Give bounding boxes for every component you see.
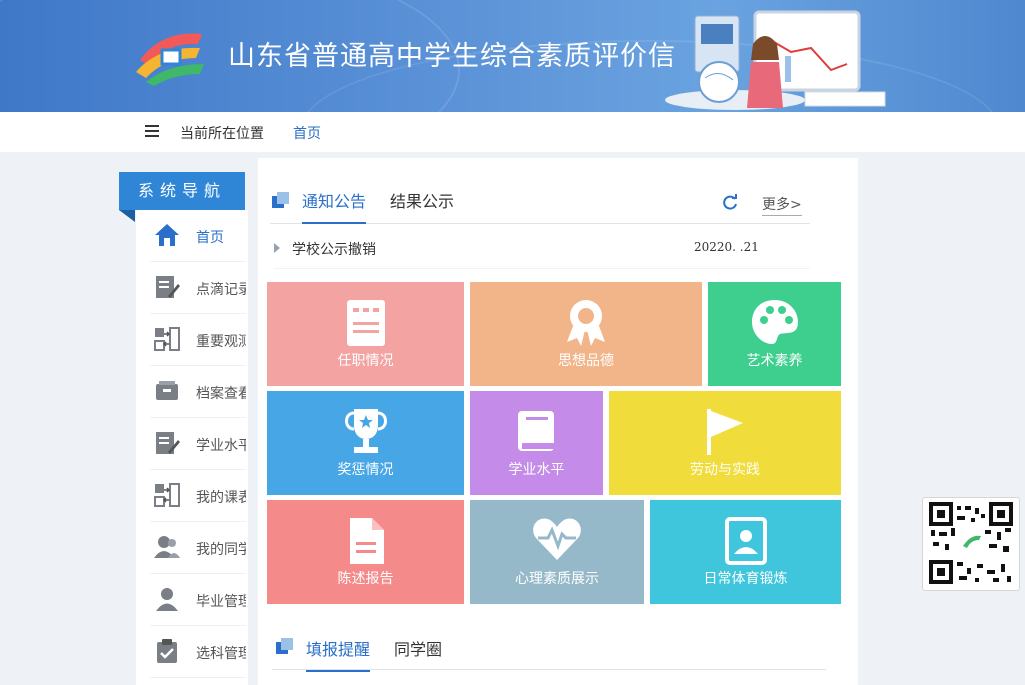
- more-link[interactable]: 更多>: [762, 194, 802, 216]
- qr-code-icon: [929, 502, 1013, 584]
- tile-statement-report[interactable]: 陈述报告: [267, 500, 464, 604]
- tile-label: 日常体育锻炼: [703, 571, 788, 587]
- sidebar-item-label: 我的课表: [196, 490, 246, 506]
- sidebar-item-subject-selection[interactable]: 选科管理: [150, 626, 246, 678]
- bullet-icon: [274, 243, 280, 253]
- edit-icon: [156, 432, 180, 454]
- edit-icon: [156, 276, 180, 298]
- trophy-icon: [344, 409, 387, 453]
- sidebar-item-schedule[interactable]: 我的课表: [150, 470, 246, 522]
- tile-daily-exercise[interactable]: 日常体育锻炼: [650, 500, 841, 604]
- sidebar-item-home[interactable]: 首页: [150, 210, 246, 262]
- archive-icon: [156, 381, 178, 400]
- tile-label: 艺术素养: [746, 353, 803, 369]
- tile-academic[interactable]: 学业水平: [470, 391, 603, 495]
- qr-code: [922, 497, 1020, 591]
- notice-title[interactable]: 学校公示撤销: [292, 239, 376, 259]
- sidebar-item-label: 首页: [196, 230, 224, 246]
- site-title: 山东省普通高中学生综合素质评价信: [228, 41, 676, 72]
- sidebar-item-label: 我的同学: [196, 542, 246, 558]
- reminder-tabs: 填报提醒 同学圈: [272, 628, 826, 672]
- sidebar-item-records[interactable]: 点滴记录: [150, 262, 246, 314]
- users-icon: [154, 536, 180, 558]
- tile-label: 学业水平: [508, 462, 565, 478]
- sidebar-title: 系统导航: [119, 172, 245, 210]
- menu-icon[interactable]: [145, 125, 159, 137]
- sidebar: 首页 点滴记录 重要观测 档案查看 学业水平 我的课表 我的同学 毕业管理 选科…: [136, 210, 248, 685]
- user-icon: [156, 588, 178, 611]
- breadcrumb-label: 当前所在位置: [180, 126, 264, 142]
- notebook-icon: [346, 300, 385, 346]
- swap-icon: [154, 327, 180, 351]
- tab-section-icon: [272, 192, 289, 208]
- flag-icon: [707, 409, 743, 455]
- tile-morality[interactable]: 思想品德: [470, 282, 702, 386]
- sidebar-item-observation[interactable]: 重要观测: [150, 314, 246, 366]
- heart-icon: [533, 518, 581, 560]
- home-icon: [155, 224, 179, 246]
- tab-announcements[interactable]: 通知公告: [302, 188, 367, 224]
- tile-labor-practice[interactable]: 劳动与实践: [609, 391, 841, 495]
- tile-label: 奖惩情况: [337, 462, 394, 478]
- notice-date: 20220. .21: [694, 240, 759, 254]
- list-item[interactable]: 学校公示撤销 20220. .21: [274, 238, 810, 260]
- tile-awards[interactable]: 奖惩情况: [267, 391, 464, 495]
- site-logo-icon: [136, 33, 204, 86]
- sidebar-item-label: 毕业管理: [196, 594, 246, 610]
- book-icon: [517, 411, 554, 451]
- tab-fill-reminder[interactable]: 填报提醒: [306, 636, 371, 672]
- sidebar-item-label: 点滴记录: [196, 282, 246, 298]
- divider: [274, 268, 810, 269]
- tile-label: 劳动与实践: [690, 462, 760, 478]
- document-icon: [349, 518, 384, 564]
- tab-results[interactable]: 结果公示: [390, 188, 454, 222]
- sidebar-item-academic[interactable]: 学业水平: [150, 418, 246, 470]
- tab-classmate-circle[interactable]: 同学圈: [394, 636, 442, 670]
- sidebar-item-label: 选科管理: [196, 646, 246, 662]
- id-card-icon: [724, 517, 767, 565]
- sidebar-item-archive[interactable]: 档案查看: [150, 366, 246, 418]
- tile-label: 心理素质展示: [515, 571, 599, 587]
- tile-label: 陈述报告: [337, 571, 394, 587]
- sidebar-item-label: 学业水平: [196, 438, 246, 454]
- tile-position[interactable]: 任职情况: [267, 282, 464, 386]
- sidebar-item-label: 档案查看: [196, 386, 246, 402]
- tile-label: 任职情况: [337, 353, 394, 369]
- swap-icon: [154, 483, 180, 507]
- header-banner: 山东省普通高中学生综合素质评价信: [0, 0, 1025, 112]
- tile-arts[interactable]: 艺术素养: [708, 282, 841, 386]
- badge-icon: [567, 300, 605, 346]
- banner-illustration: [665, 10, 886, 110]
- sidebar-item-label: 重要观测: [196, 334, 246, 350]
- tile-label: 思想品德: [558, 353, 614, 369]
- refresh-icon[interactable]: [722, 194, 738, 210]
- breadcrumb: 当前所在位置 首页: [0, 112, 1025, 152]
- breadcrumb-current[interactable]: 首页: [293, 123, 321, 143]
- sidebar-item-graduation[interactable]: 毕业管理: [150, 574, 246, 626]
- palette-icon: [751, 300, 798, 344]
- tab-section-icon: [276, 638, 293, 654]
- tile-psychology[interactable]: 心理素质展示: [470, 500, 644, 604]
- sidebar-title-fold: [119, 210, 135, 222]
- clipboard-icon: [157, 639, 177, 663]
- sidebar-item-classmates[interactable]: 我的同学: [150, 522, 246, 574]
